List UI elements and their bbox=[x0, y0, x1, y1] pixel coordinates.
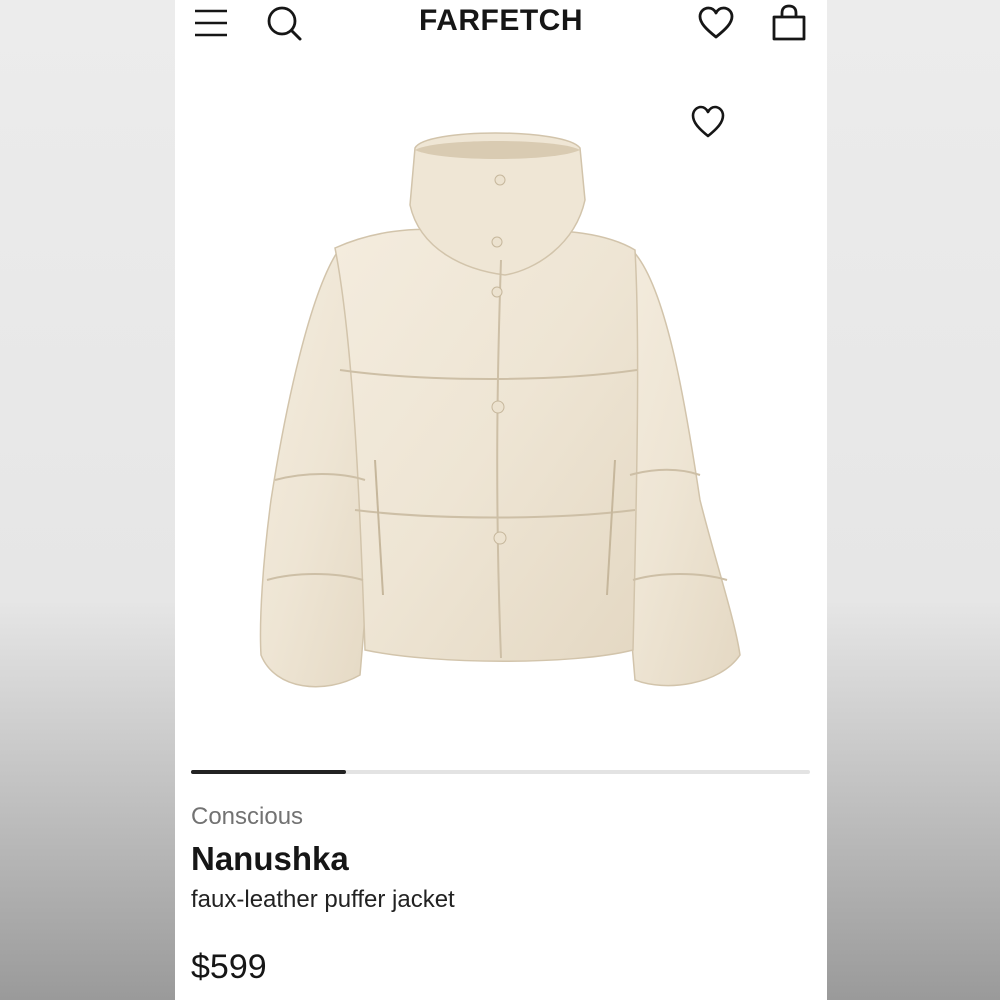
product-image[interactable] bbox=[175, 80, 827, 740]
product-price: $599 bbox=[191, 948, 267, 986]
header-bar: FARFETCH bbox=[175, 0, 827, 48]
jacket-body bbox=[334, 228, 639, 662]
heart-icon bbox=[691, 105, 725, 138]
carousel-progress bbox=[191, 770, 346, 774]
image-carousel-indicator[interactable] bbox=[191, 770, 810, 774]
wishlist-button[interactable] bbox=[697, 6, 735, 40]
background-right bbox=[825, 0, 1000, 1000]
brand-name[interactable]: Nanushka bbox=[191, 840, 349, 878]
background-left bbox=[0, 0, 175, 1000]
shopping-bag-button[interactable] bbox=[771, 4, 807, 42]
shopping-bag-icon bbox=[772, 4, 806, 41]
product-description: faux-leather puffer jacket bbox=[191, 886, 455, 913]
product-page: FARFETCH Conscious Nanushka faux-leather… bbox=[175, 0, 827, 1000]
heart-icon bbox=[698, 6, 734, 39]
favorite-button[interactable] bbox=[689, 104, 727, 140]
conscious-label: Conscious bbox=[191, 803, 304, 830]
